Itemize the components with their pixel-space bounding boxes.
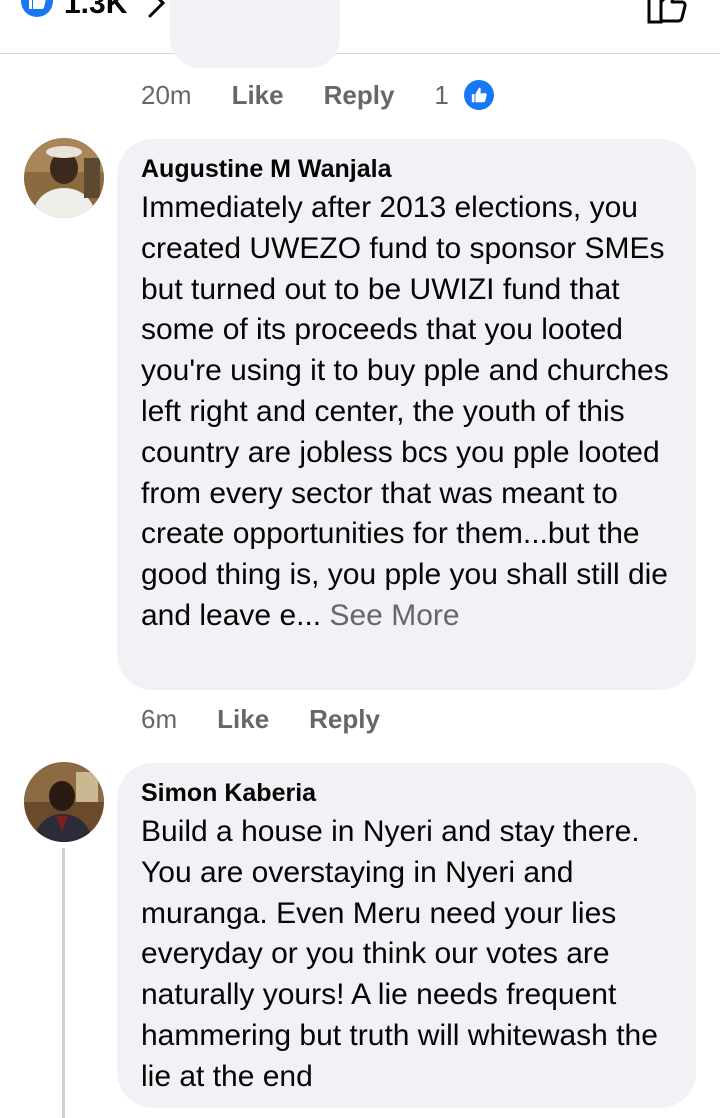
- reactions-bar: 1.3K: [0, 0, 720, 54]
- comment-body: Immediately after 2013 elections, you cr…: [141, 191, 669, 632]
- comment-reaction-count: 1: [434, 80, 449, 110]
- comment-bubble: Simon Kaberia Build a house in Nyeri and…: [117, 763, 696, 1108]
- like-button[interactable]: Like: [217, 704, 269, 735]
- comment-text: Immediately after 2013 elections, you cr…: [141, 188, 672, 637]
- comment-author[interactable]: Simon Kaberia: [141, 777, 672, 809]
- avatar[interactable]: [24, 762, 104, 842]
- like-reaction-icon[interactable]: [21, 0, 53, 17]
- comment-time: 20m: [141, 80, 192, 110]
- chevron-right-icon[interactable]: [146, 0, 168, 23]
- reply-button[interactable]: Reply: [324, 80, 395, 111]
- see-more-link[interactable]: See More: [329, 599, 459, 632]
- like-button[interactable]: Like: [232, 80, 284, 111]
- comment-actions: 6m Like Reply: [141, 704, 380, 735]
- comment-time: 6m: [141, 704, 178, 734]
- reaction-count[interactable]: 1.3K: [64, 0, 127, 20]
- reply-thread-line: [62, 848, 65, 1118]
- comment-reactions[interactable]: 1: [434, 80, 495, 111]
- comment-author[interactable]: Augustine M Wanjala: [141, 153, 672, 185]
- comment-bubble: Augustine M Wanjala Immediately after 20…: [117, 139, 696, 690]
- thumbs-up-icon: [464, 80, 495, 110]
- comment-text: Build a house in Nyeri and stay there. Y…: [141, 815, 658, 1093]
- avatar[interactable]: [24, 138, 104, 218]
- previous-comment-bubble: [170, 0, 340, 68]
- share-icon[interactable]: [646, 0, 688, 29]
- reply-button[interactable]: Reply: [309, 704, 380, 735]
- previous-comment-actions: 20m Like Reply 1: [141, 80, 495, 111]
